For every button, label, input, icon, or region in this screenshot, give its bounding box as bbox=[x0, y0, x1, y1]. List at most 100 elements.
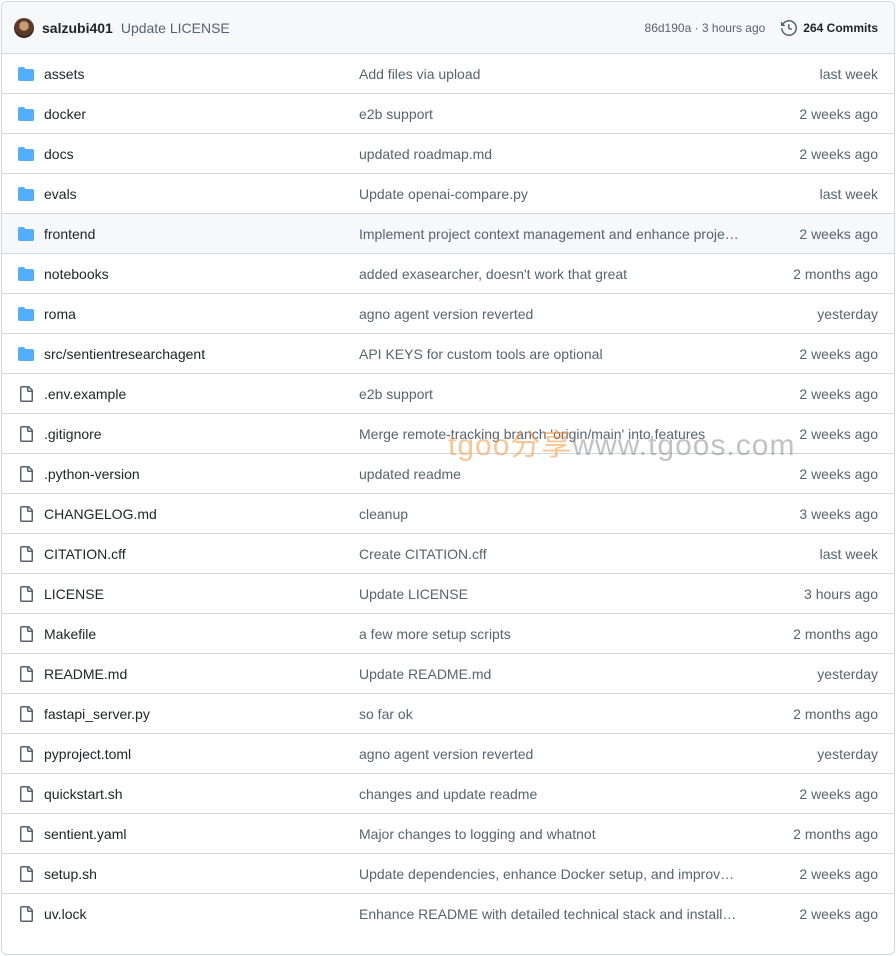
commit-age: 2 weeks ago bbox=[799, 385, 878, 402]
folder-icon bbox=[18, 66, 34, 82]
commit-message-link[interactable]: Update openai-compare.py bbox=[359, 186, 739, 202]
commit-age: 2 weeks ago bbox=[799, 906, 878, 922]
file-row[interactable]: sentient.yaml Major changes to logging an… bbox=[2, 814, 894, 854]
commit-age: 2 months ago bbox=[793, 265, 878, 282]
commit-message-link[interactable]: Add files via upload bbox=[359, 66, 739, 82]
file-row[interactable]: docs updated roadmap.md 2 weeks ago bbox=[2, 134, 894, 174]
folder-icon bbox=[18, 226, 34, 242]
file-name-link[interactable]: CHANGELOG.md bbox=[44, 506, 359, 522]
file-row[interactable]: pyproject.toml agno agent version reverte… bbox=[2, 734, 894, 774]
commit-message-link[interactable]: Merge remote-tracking branch 'origin/mai… bbox=[359, 426, 739, 442]
commit-age: yesterday bbox=[817, 745, 878, 762]
commit-message-link[interactable]: Update README.md bbox=[359, 666, 739, 682]
file-row[interactable]: roma agno agent version reverted yesterday bbox=[2, 294, 894, 334]
file-row[interactable]: uv.lock Enhance README with detailed tech… bbox=[2, 894, 894, 934]
file-row[interactable]: LICENSE Update LICENSE 3 hours ago bbox=[2, 574, 894, 614]
file-row[interactable]: README.md Update README.md yesterday bbox=[2, 654, 894, 694]
file-row[interactable]: setup.sh Update dependencies, enhance Doc… bbox=[2, 854, 894, 894]
file-name-link[interactable]: .gitignore bbox=[44, 426, 359, 442]
file-name-link[interactable]: uv.lock bbox=[44, 906, 359, 922]
file-row[interactable]: notebooks added exasearcher, doesn't work… bbox=[2, 254, 894, 294]
file-icon bbox=[18, 745, 34, 762]
commit-message-link[interactable]: updated roadmap.md bbox=[359, 146, 739, 162]
commit-message-link[interactable]: Create CITATION.cff bbox=[359, 546, 739, 562]
commit-age: last week bbox=[819, 65, 878, 82]
file-name-link[interactable]: .env.example bbox=[44, 386, 359, 402]
file-name-link[interactable]: Makefile bbox=[44, 626, 359, 642]
file-name-link[interactable]: notebooks bbox=[44, 266, 359, 282]
file-row[interactable]: docker e2b support 2 weeks ago bbox=[2, 94, 894, 134]
file-icon bbox=[18, 625, 34, 642]
commits-link[interactable]: 264 Commits bbox=[781, 19, 878, 36]
file-name-link[interactable]: sentient.yaml bbox=[44, 826, 359, 842]
commit-age: 3 weeks ago bbox=[799, 505, 878, 522]
commit-sha-time[interactable]: 86d190a · 3 hours ago bbox=[645, 21, 766, 35]
file-name-link[interactable]: src/sentientresearchagent bbox=[44, 346, 359, 362]
file-icon bbox=[18, 865, 34, 882]
commit-message-link[interactable]: a few more setup scripts bbox=[359, 626, 739, 642]
file-browser: salzubi401 Update LICENSE 86d190a · 3 ho… bbox=[1, 1, 895, 955]
commit-message-link[interactable]: so far ok bbox=[359, 706, 739, 722]
file-row[interactable]: .gitignore Merge remote-tracking branch '… bbox=[2, 414, 894, 454]
commit-message-link[interactable]: e2b support bbox=[359, 106, 739, 122]
file-row[interactable]: CHANGELOG.md cleanup 3 weeks ago bbox=[2, 494, 894, 534]
commit-message-link[interactable]: Update LICENSE bbox=[359, 586, 739, 602]
history-icon bbox=[781, 19, 798, 36]
commit-age: 2 weeks ago bbox=[799, 465, 878, 482]
file-name-link[interactable]: setup.sh bbox=[44, 866, 359, 882]
file-icon bbox=[18, 425, 34, 442]
commit-author-link[interactable]: salzubi401 bbox=[42, 20, 113, 36]
folder-icon bbox=[18, 146, 34, 162]
file-icon bbox=[18, 385, 34, 402]
file-row[interactable]: .python-version updated readme 2 weeks ago bbox=[2, 454, 894, 494]
file-row[interactable]: evals Update openai-compare.py last week bbox=[2, 174, 894, 214]
commit-message-link[interactable]: agno agent version reverted bbox=[359, 306, 739, 322]
folder-icon bbox=[18, 306, 34, 322]
file-row[interactable]: quickstart.sh changes and update readme 2 … bbox=[2, 774, 894, 814]
commit-message-link[interactable]: Enhance README with detailed technical s… bbox=[359, 906, 739, 922]
file-icon bbox=[18, 465, 34, 482]
file-name-link[interactable]: .python-version bbox=[44, 466, 359, 482]
commit-message-link[interactable]: Major changes to logging and whatnot bbox=[359, 826, 739, 842]
file-name-link[interactable]: README.md bbox=[44, 666, 359, 682]
commit-message-link[interactable]: Update dependencies, enhance Docker setu… bbox=[359, 866, 739, 882]
commit-age: 2 weeks ago bbox=[799, 425, 878, 442]
commit-message-link[interactable]: changes and update readme bbox=[359, 786, 739, 802]
folder-icon bbox=[18, 266, 34, 282]
file-row[interactable]: assets Add files via upload last week bbox=[2, 54, 894, 94]
file-row[interactable]: .env.example e2b support 2 weeks ago bbox=[2, 374, 894, 414]
commit-message-link[interactable]: added exasearcher, doesn't work that gre… bbox=[359, 266, 739, 282]
file-icon bbox=[18, 585, 34, 602]
file-name-link[interactable]: evals bbox=[44, 186, 359, 202]
commit-message-link[interactable]: cleanup bbox=[359, 506, 739, 522]
file-name-link[interactable]: docs bbox=[44, 146, 359, 162]
commit-message-link[interactable]: Implement project context management and… bbox=[359, 226, 739, 242]
file-name-link[interactable]: CITATION.cff bbox=[44, 546, 359, 562]
commit-message-link[interactable]: agno agent version reverted bbox=[359, 746, 739, 762]
file-icon bbox=[18, 665, 34, 682]
file-name-link[interactable]: docker bbox=[44, 106, 359, 122]
latest-commit-message[interactable]: Update LICENSE bbox=[121, 20, 230, 36]
avatar[interactable] bbox=[14, 17, 34, 38]
file-row[interactable]: Makefile a few more setup scripts 2 months… bbox=[2, 614, 894, 654]
file-icon bbox=[18, 505, 34, 522]
commit-age: yesterday bbox=[817, 305, 878, 322]
file-row[interactable]: CITATION.cff Create CITATION.cff last week bbox=[2, 534, 894, 574]
file-name-link[interactable]: roma bbox=[44, 306, 359, 322]
commit-age: yesterday bbox=[817, 665, 878, 682]
commit-message-link[interactable]: updated readme bbox=[359, 466, 739, 482]
file-name-link[interactable]: LICENSE bbox=[44, 586, 359, 602]
commit-age: 2 weeks ago bbox=[799, 105, 878, 122]
file-row[interactable]: frontend Implement project context manage… bbox=[2, 214, 894, 254]
commit-message-link[interactable]: API KEYS for custom tools are optional bbox=[359, 346, 739, 362]
file-name-link[interactable]: frontend bbox=[44, 226, 359, 242]
file-name-link[interactable]: quickstart.sh bbox=[44, 786, 359, 802]
file-row[interactable]: fastapi_server.py so far ok 2 months ago bbox=[2, 694, 894, 734]
file-list: assets Add files via upload last week docke… bbox=[2, 54, 894, 934]
commit-message-link[interactable]: e2b support bbox=[359, 386, 739, 402]
file-name-link[interactable]: pyproject.toml bbox=[44, 746, 359, 762]
file-name-link[interactable]: fastapi_server.py bbox=[44, 706, 359, 722]
file-icon bbox=[18, 545, 34, 562]
file-row[interactable]: src/sentientresearchagent API KEYS for cu… bbox=[2, 334, 894, 374]
file-name-link[interactable]: assets bbox=[44, 66, 359, 82]
